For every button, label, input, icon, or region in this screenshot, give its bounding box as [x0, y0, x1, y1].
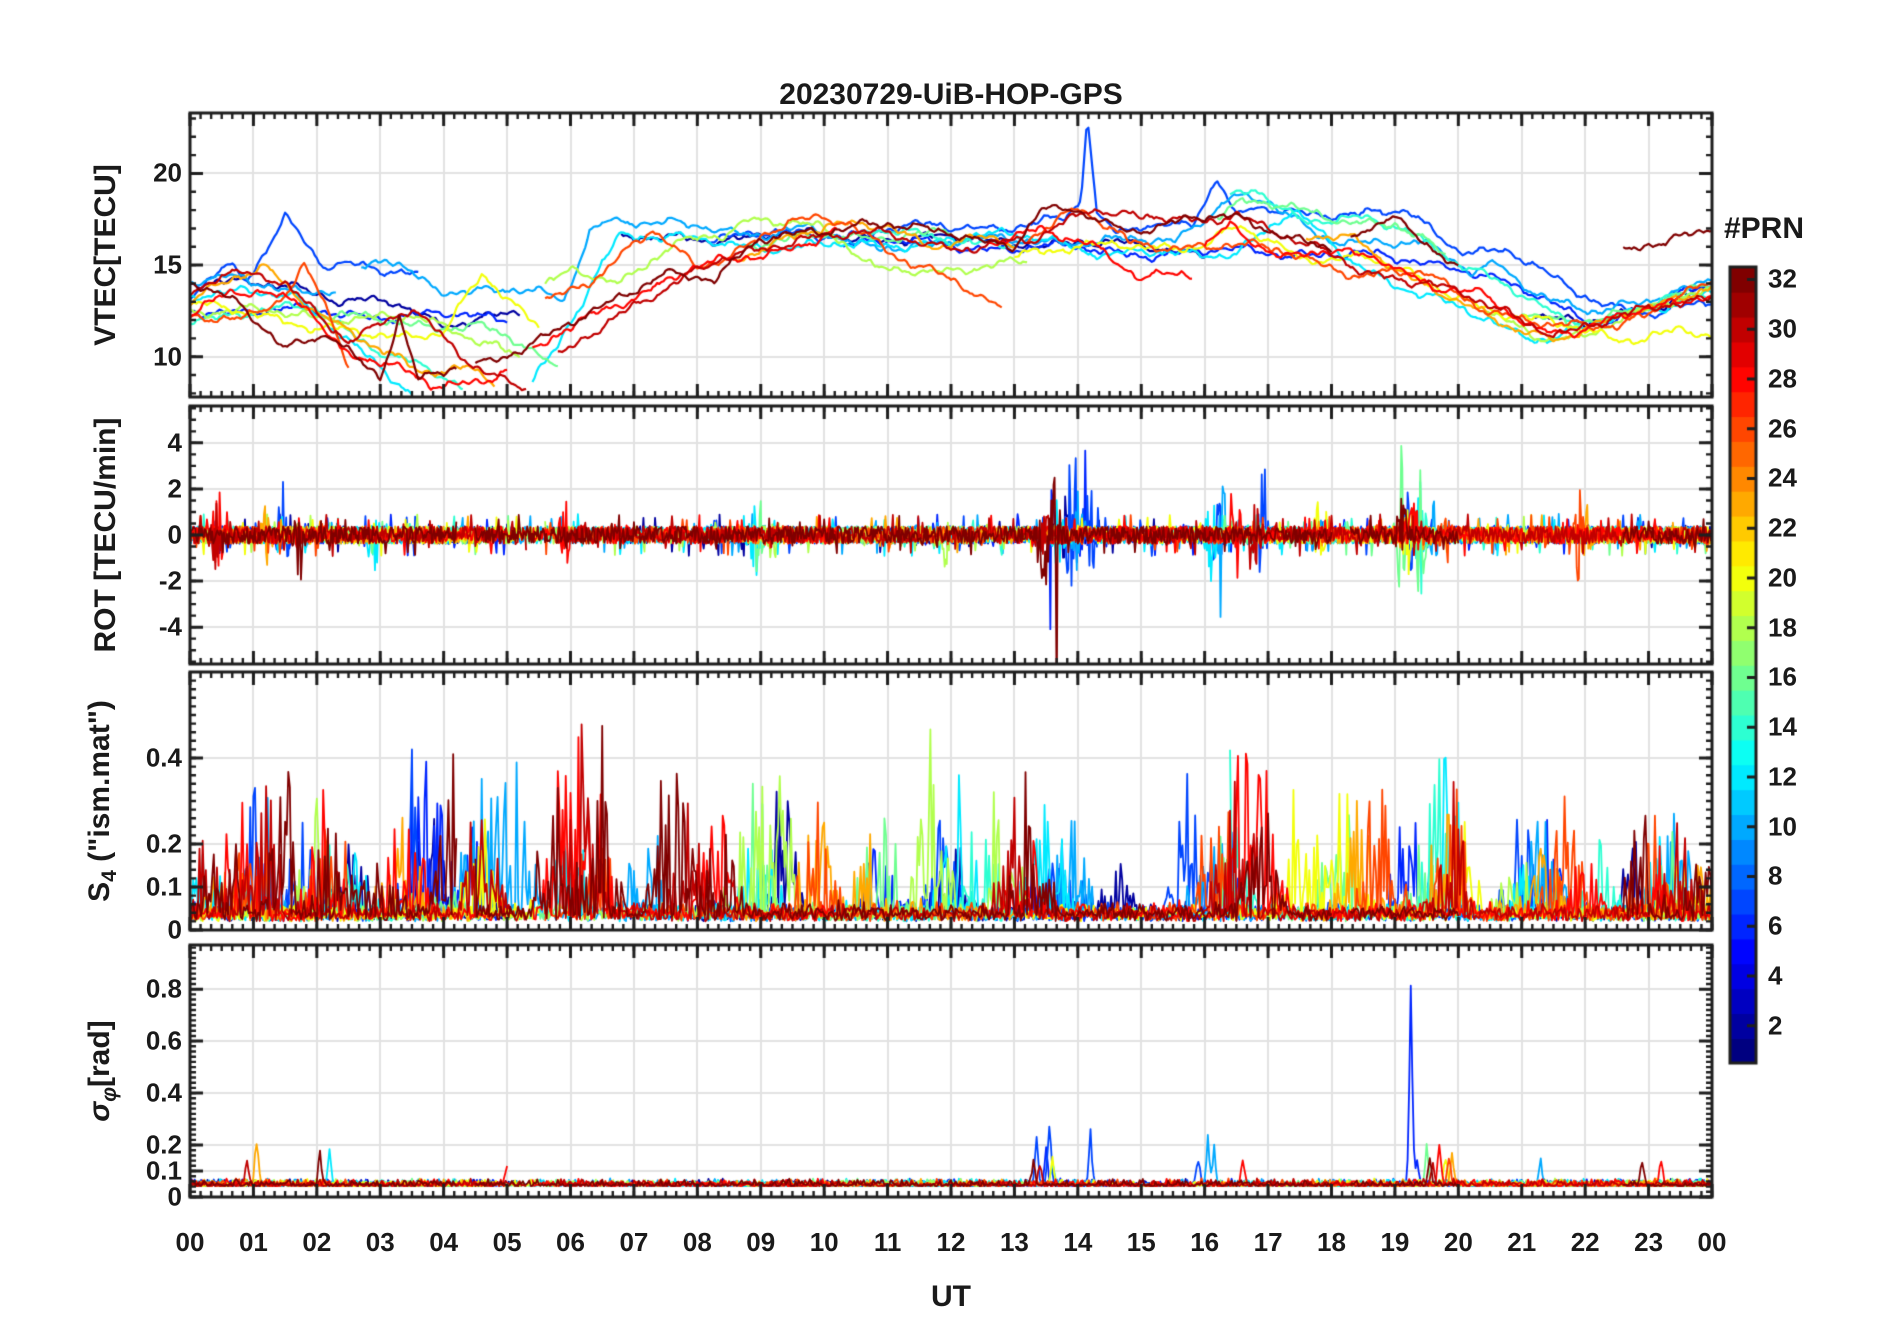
x-tick-label: 05 — [492, 1227, 522, 1257]
colorbar-tick-label: 16 — [1768, 661, 1797, 692]
plot-canvas — [0, 0, 1902, 1330]
x-tick-label: 00 — [175, 1227, 205, 1257]
colorbar-tick-label: 28 — [1768, 363, 1797, 394]
x-tick-label: 08 — [682, 1227, 712, 1257]
colorbar-tick-label: 4 — [1768, 960, 1783, 991]
y-tick-label: -2 — [158, 565, 182, 596]
x-tick-label: 23 — [1634, 1227, 1664, 1257]
y-axis-label-vtec: VTEC[TECU] — [89, 164, 123, 346]
colorbar-tick-label: 8 — [1768, 860, 1783, 891]
y-tick-label: 0.4 — [145, 742, 182, 773]
y-tick-label: 0.1 — [145, 871, 182, 902]
y-tick-label: 15 — [153, 249, 182, 280]
y-axis-label-sigma-post: [rad] — [83, 1020, 116, 1087]
colorbar-tick-label: 20 — [1768, 562, 1797, 593]
colorbar-tick-label: 10 — [1768, 811, 1797, 842]
x-tick-label: 15 — [1126, 1227, 1156, 1257]
x-tick-label: 14 — [1063, 1227, 1093, 1257]
colorbar-tick-label: 18 — [1768, 612, 1797, 643]
colorbar-tick-label: 26 — [1768, 413, 1797, 444]
y-tick-label: 0.8 — [145, 973, 182, 1004]
x-tick-label: 12 — [936, 1227, 966, 1257]
y-tick-label: -4 — [158, 611, 182, 642]
y-axis-label-sigma-sub: φ — [98, 1086, 121, 1102]
y-tick-label: 0.2 — [145, 828, 182, 859]
x-axis-label: UT — [931, 1280, 971, 1313]
y-tick-label: 10 — [153, 341, 182, 372]
y-tick-label: 0.6 — [145, 1025, 182, 1056]
y-tick-label: 0.4 — [145, 1077, 182, 1108]
x-tick-label: 20 — [1443, 1227, 1473, 1257]
x-tick-label: 11 — [873, 1227, 902, 1257]
colorbar-title: #PRN — [1723, 212, 1805, 245]
chart-title: 20230729-UiB-HOP-GPS — [779, 78, 1123, 111]
y-axis-label-s4: S4 ("ism.mat") — [83, 700, 121, 902]
colorbar-tick-label: 22 — [1768, 512, 1797, 543]
y-axis-label-vtec-text: VTEC[TECU] — [89, 164, 122, 346]
x-tick-label: 06 — [556, 1227, 585, 1257]
y-axis-label-s4-post: ("ism.mat") — [83, 700, 116, 871]
x-tick-label: 21 — [1507, 1227, 1537, 1257]
x-tick-label: 02 — [302, 1227, 332, 1257]
x-tick-label: 18 — [1317, 1227, 1346, 1257]
x-tick-label: 03 — [365, 1227, 395, 1257]
colorbar-tick-label: 32 — [1768, 263, 1797, 294]
x-tick-label: 07 — [619, 1227, 649, 1257]
x-tick-label: 10 — [809, 1227, 839, 1257]
y-axis-label-s4-pre: S — [83, 881, 116, 902]
y-axis-label-rot-text: ROT [TECU/min] — [89, 417, 122, 653]
x-tick-label: 22 — [1570, 1227, 1600, 1257]
y-axis-label-sigma-pre: σ — [83, 1101, 116, 1122]
x-tick-label: 17 — [1253, 1227, 1283, 1257]
y-tick-label: 0 — [167, 519, 182, 550]
y-tick-label: 20 — [153, 157, 182, 188]
colorbar-tick-label: 6 — [1768, 910, 1783, 941]
x-tick-label: 04 — [429, 1227, 459, 1257]
y-axis-label-s4-sub: 4 — [98, 870, 121, 882]
x-tick-label: 01 — [238, 1227, 268, 1257]
x-tick-label: 09 — [746, 1227, 776, 1257]
y-tick-label: 0.2 — [145, 1129, 182, 1160]
x-tick-label: 19 — [1380, 1227, 1410, 1257]
colorbar-tick-label: 24 — [1768, 462, 1797, 493]
y-tick-label: 0 — [167, 914, 182, 945]
y-axis-label-sigma: σφ[rad] — [83, 1020, 121, 1122]
y-tick-label: 4 — [167, 427, 182, 458]
y-tick-label: 2 — [167, 473, 182, 504]
colorbar-tick-label: 14 — [1768, 711, 1797, 742]
x-tick-label: 16 — [1190, 1227, 1220, 1257]
colorbar-tick-label: 30 — [1768, 313, 1797, 344]
x-tick-label: 13 — [999, 1227, 1029, 1257]
x-tick-label: 00 — [1697, 1227, 1727, 1257]
colorbar-tick-label: 2 — [1768, 1010, 1783, 1041]
colorbar-tick-label: 12 — [1768, 761, 1797, 792]
y-axis-label-rot: ROT [TECU/min] — [89, 418, 123, 653]
figure: 20230729-UiB-HOP-GPS VTEC[TECU] ROT [TEC… — [0, 0, 1902, 1330]
